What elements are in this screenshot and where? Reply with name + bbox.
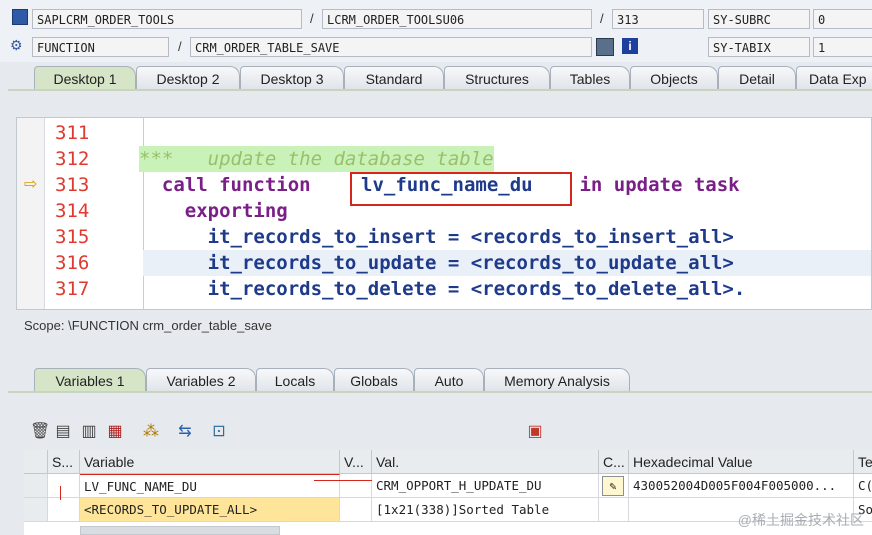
row-selector[interactable] xyxy=(24,474,48,498)
horizontal-scrollbar[interactable] xyxy=(80,526,280,535)
program-field[interactable]: SAPLCRM_ORDER_TOOLS xyxy=(32,9,302,29)
change-cell[interactable]: ✎ xyxy=(599,474,629,498)
highlight-box xyxy=(350,172,572,206)
subrc-label: SY-SUBRC xyxy=(708,9,810,29)
hierarchy-icon[interactable]: ⁂ xyxy=(142,423,160,441)
tab-objects[interactable]: Objects xyxy=(630,66,718,90)
text-cell: C( xyxy=(854,474,872,498)
code-line: 316 it_records_to_update = <records_to_u… xyxy=(17,250,871,276)
tab-desktop-1[interactable]: Desktop 1 xyxy=(34,66,136,90)
separator: / xyxy=(310,11,314,26)
subrc-value: 0 xyxy=(813,9,872,29)
tab-data-explorer[interactable]: Data Exp xyxy=(796,66,872,90)
event-type-field[interactable]: FUNCTION xyxy=(32,37,169,57)
info-icon[interactable]: i xyxy=(622,38,638,54)
tab-memory-analysis[interactable]: Memory Analysis xyxy=(484,368,630,392)
tab-variables-2[interactable]: Variables 2 xyxy=(146,368,256,392)
gear-icon: ⚙ xyxy=(10,37,23,53)
column-view[interactable]: V... xyxy=(340,450,372,474)
tabix-value: 1 xyxy=(813,37,872,57)
tab-auto[interactable]: Auto xyxy=(414,368,484,392)
current-line-arrow-icon: ⇨ xyxy=(24,176,38,193)
annotation-line xyxy=(314,480,372,481)
tab-detail[interactable]: Detail xyxy=(718,66,796,90)
tab-desktop-3[interactable]: Desktop 3 xyxy=(240,66,344,90)
separator: / xyxy=(600,11,604,26)
variable-cell[interactable]: <RECORDS_TO_UPDATE_ALL> xyxy=(80,498,340,522)
column-text[interactable]: Te xyxy=(854,450,872,474)
delete-icon[interactable]: 🗑 xyxy=(30,423,50,441)
variable-cell[interactable]: LV_FUNC_NAME_DU xyxy=(80,474,340,498)
tab-divider xyxy=(8,89,872,91)
tab-standard[interactable]: Standard xyxy=(344,66,444,90)
desktop-tabs: Desktop 1 Desktop 2 Desktop 3 Standard S… xyxy=(0,64,872,90)
pencil-icon[interactable]: ✎ xyxy=(602,476,624,496)
code-line: 311 xyxy=(17,120,871,146)
code-parameter: it_records_to_insert = <records_to_inser… xyxy=(139,226,734,248)
code-parameter: it_records_to_delete = <records_to_delet… xyxy=(139,278,746,300)
save-icon[interactable]: ▣ xyxy=(526,423,544,441)
scope-label: Scope: \FUNCTION crm_order_table_save xyxy=(24,318,272,333)
column-value[interactable]: Val. xyxy=(372,450,599,474)
column-change[interactable]: C... xyxy=(599,450,629,474)
event-name-field[interactable]: CRM_ORDER_TABLE_SAVE xyxy=(190,37,592,57)
code-line: 312 *** update the database table xyxy=(17,146,871,172)
line-number: 312 xyxy=(55,148,90,170)
code-comment: *** update the database table xyxy=(139,146,494,172)
program-icon xyxy=(12,9,28,25)
include-field[interactable]: LCRM_ORDER_TOOLSU06 xyxy=(322,9,592,29)
line-number: 311 xyxy=(55,122,90,144)
append-row-icon[interactable]: ▥ xyxy=(80,423,98,441)
column-variable[interactable]: Variable xyxy=(80,450,340,474)
display-object-icon[interactable] xyxy=(596,38,614,56)
tab-desktop-2[interactable]: Desktop 2 xyxy=(136,66,240,90)
code-parameter: it_records_to_update = <records_to_updat… xyxy=(139,252,734,274)
code-line: 317 it_records_to_delete = <records_to_d… xyxy=(17,276,871,302)
line-number: 313 xyxy=(55,174,90,196)
separator: / xyxy=(178,39,182,54)
row-status xyxy=(48,474,80,498)
row-selector[interactable] xyxy=(24,498,48,522)
delete-row-icon[interactable]: ▦ xyxy=(106,423,124,441)
code-keyword: in update task xyxy=(568,174,740,196)
watermark: @稀土掘金技术社区 xyxy=(737,512,864,528)
insert-row-icon[interactable]: ▤ xyxy=(54,423,72,441)
hex-value-cell[interactable]: 430052004D005F004F005000... xyxy=(629,474,854,498)
line-number: 317 xyxy=(55,278,90,300)
line-number: 314 xyxy=(55,200,90,222)
view-cell xyxy=(340,474,372,498)
value-cell[interactable]: CRM_OPPORT_H_UPDATE_DU xyxy=(372,474,599,498)
column-hex-value[interactable]: Hexadecimal Value xyxy=(629,450,854,474)
line-number-field[interactable]: 313 xyxy=(612,9,704,29)
tab-tables[interactable]: Tables xyxy=(550,66,630,90)
code-keyword: exporting xyxy=(139,200,288,222)
line-number: 316 xyxy=(55,252,90,274)
column-selector xyxy=(24,450,48,474)
column-status[interactable]: S... xyxy=(48,450,80,474)
tab-variables-1[interactable]: Variables 1 xyxy=(34,368,146,392)
tab-locals[interactable]: Locals xyxy=(256,368,334,392)
folder-icon[interactable]: ⊡ xyxy=(210,423,228,441)
navigate-icon[interactable]: ⇆ xyxy=(176,423,194,441)
code-line: 315 it_records_to_insert = <records_to_i… xyxy=(17,224,871,250)
line-number: 315 xyxy=(55,226,90,248)
tab-structures[interactable]: Structures xyxy=(444,66,550,90)
tab-globals[interactable]: Globals xyxy=(334,368,414,392)
tabix-label: SY-TABIX xyxy=(708,37,810,57)
row-status xyxy=(48,498,80,522)
view-cell xyxy=(340,498,372,522)
source-code-editor[interactable]: 311 312 *** update the database table ⇨ … xyxy=(16,117,872,310)
debugger-header: SAPLCRM_ORDER_TOOLS / LCRM_ORDER_TOOLSU0… xyxy=(0,0,872,62)
tab-divider xyxy=(8,391,872,393)
change-cell xyxy=(599,498,629,522)
code-keyword: call function xyxy=(139,174,323,196)
value-cell[interactable]: [1x21(338)]Sorted Table xyxy=(372,498,599,522)
